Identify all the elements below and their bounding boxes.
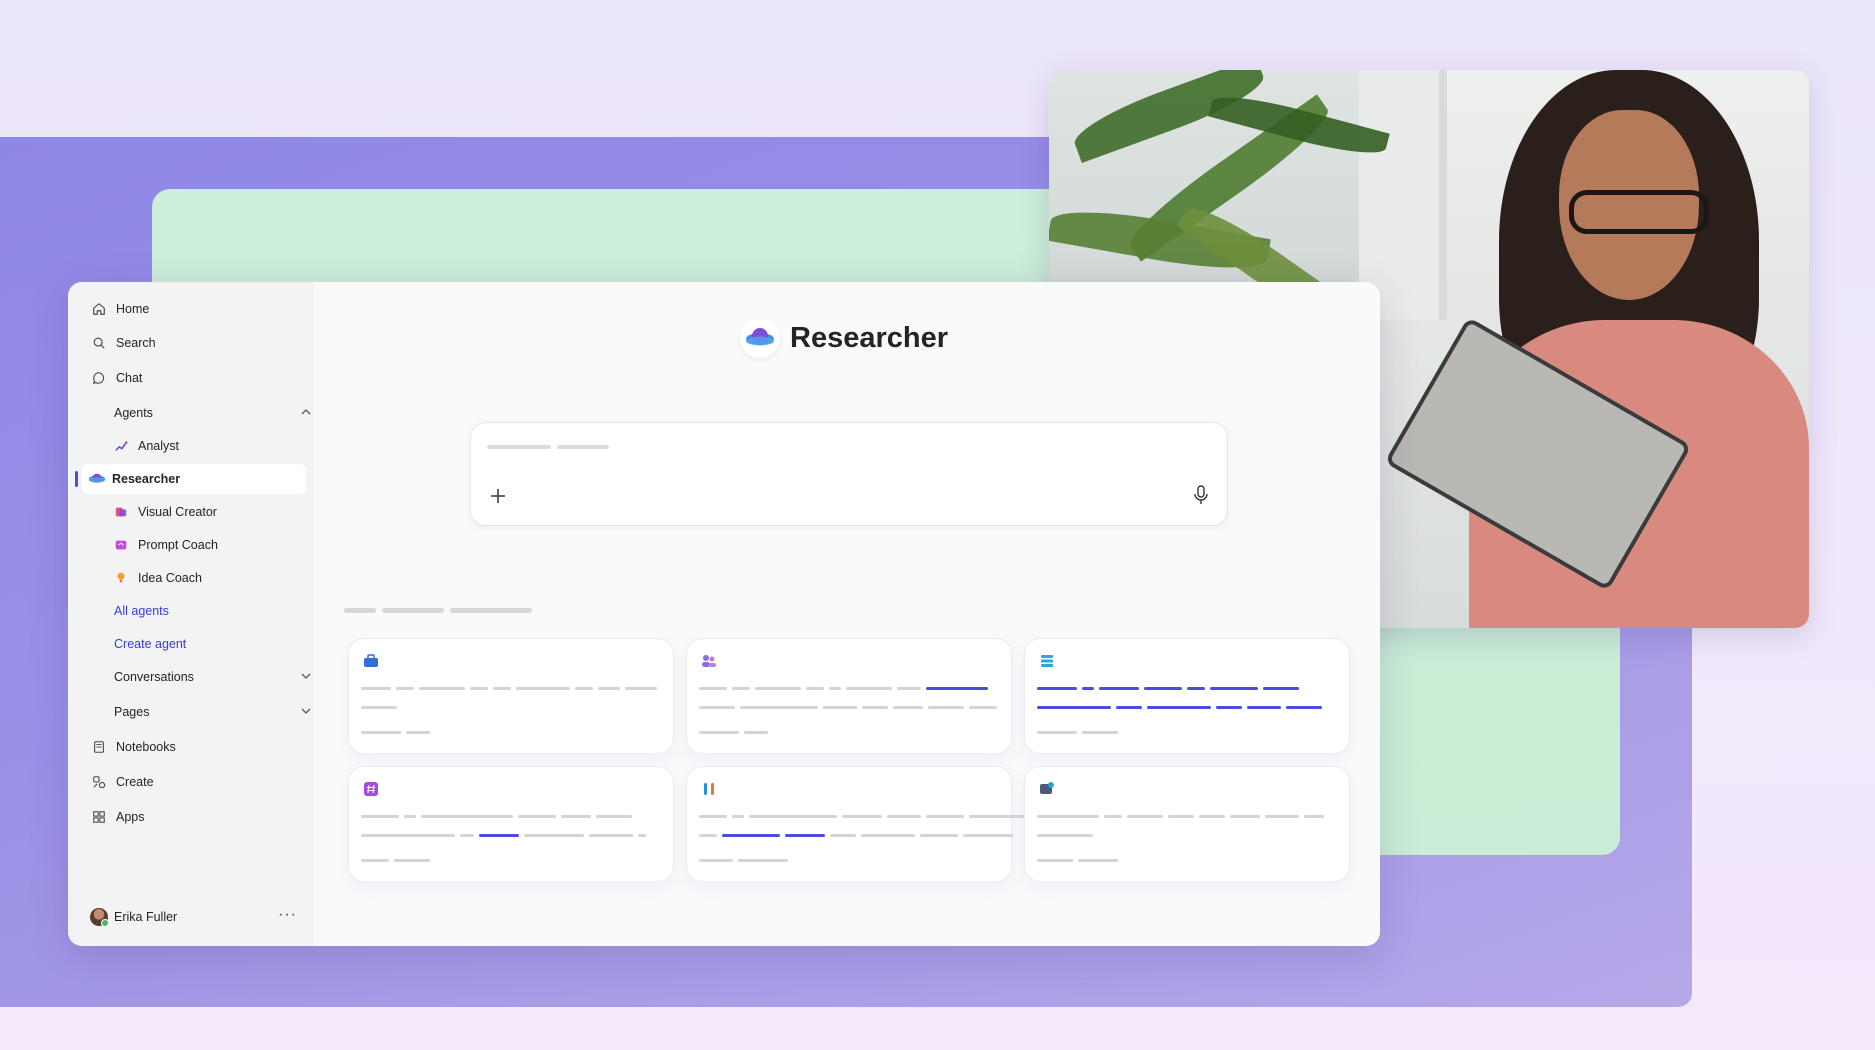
all-agents-link[interactable]: All agents [114, 596, 324, 626]
sidebar-item-label: Notebooks [116, 740, 176, 754]
list-icon [1039, 653, 1055, 669]
prompt-card[interactable] [686, 766, 1025, 882]
prompt-card[interactable] [686, 638, 1012, 754]
microphone-icon[interactable] [1193, 485, 1209, 510]
sidebar-item-label: Analyst [138, 439, 179, 453]
placeholder-line [557, 445, 609, 449]
sidebar: Home Search Chat Agents Analyst Research… [68, 282, 314, 946]
sidebar-section-pages[interactable]: Pages [114, 697, 324, 727]
researcher-logo-icon [740, 318, 780, 358]
sidebar-item-search[interactable]: Search [90, 328, 300, 358]
chevron-down-icon [300, 670, 312, 685]
visual-creator-icon [112, 503, 130, 521]
chat-icon [90, 369, 108, 387]
agents-label: Agents [114, 406, 153, 420]
conversations-label: Conversations [114, 670, 194, 684]
sidebar-item-label: Search [116, 336, 156, 350]
briefcase-icon [363, 653, 379, 669]
chevron-up-icon [300, 406, 312, 421]
sidebar-item-label: Home [116, 302, 150, 316]
sidebar-item-label: Idea Coach [138, 571, 202, 585]
analyst-icon [112, 437, 130, 455]
sidebar-agent-idea-coach[interactable]: Idea Coach [112, 563, 302, 593]
avatar [90, 908, 109, 927]
page-title: Researcher [790, 321, 948, 354]
placeholder-line [487, 445, 551, 449]
chevron-down-icon [300, 705, 312, 720]
researcher-icon [88, 470, 106, 488]
sidebar-item-home[interactable]: Home [90, 294, 300, 324]
sidebar-item-label: Apps [116, 810, 145, 824]
sidebar-agent-researcher[interactable]: Researcher [82, 464, 306, 494]
page-header: Researcher [740, 318, 948, 358]
sidebar-agent-prompt-coach[interactable]: Prompt Coach [112, 530, 302, 560]
prompt-card[interactable] [348, 638, 674, 754]
section-heading-placeholder [344, 608, 532, 613]
prompt-card[interactable] [1024, 766, 1350, 882]
sidebar-item-label: Researcher [112, 472, 181, 486]
main-content: Researcher [314, 282, 1380, 946]
selection-indicator [75, 471, 78, 487]
create-icon [90, 773, 108, 791]
sidebar-agent-visual-creator[interactable]: Visual Creator [112, 497, 302, 527]
sidebar-section-agents[interactable]: Agents [114, 398, 324, 428]
apps-icon [90, 808, 108, 826]
all-agents-label: All agents [114, 604, 169, 618]
prompt-coach-icon [112, 536, 130, 554]
home-icon [90, 300, 108, 318]
sidebar-item-notebooks[interactable]: Notebooks [90, 732, 300, 762]
create-agent-label: Create agent [114, 637, 187, 651]
copilot-window: Home Search Chat Agents Analyst Research… [68, 282, 1380, 946]
sidebar-item-label: Chat [116, 371, 143, 385]
pages-label: Pages [114, 705, 150, 719]
prompt-card[interactable] [348, 766, 674, 882]
idea-coach-icon [112, 569, 130, 587]
notebook-icon [90, 738, 108, 756]
search-icon [90, 334, 108, 352]
tools-icon [701, 781, 717, 797]
hashtag-icon [363, 781, 379, 797]
create-agent-link[interactable]: Create agent [114, 629, 324, 659]
sidebar-item-create[interactable]: Create [90, 767, 300, 797]
sidebar-item-label: Prompt Coach [138, 538, 218, 552]
presentation-icon [1039, 781, 1055, 797]
user-name: Erika Fuller [114, 910, 178, 924]
more-options-icon[interactable]: ··· [278, 906, 297, 924]
prompt-card[interactable] [1024, 638, 1350, 754]
people-icon [701, 653, 717, 669]
sidebar-item-chat[interactable]: Chat [90, 363, 300, 393]
sidebar-item-label: Create [116, 775, 154, 789]
user-profile[interactable]: Erika Fuller [90, 908, 178, 927]
sidebar-agent-analyst[interactable]: Analyst [112, 431, 302, 461]
sidebar-item-apps[interactable]: Apps [90, 802, 300, 832]
plus-icon[interactable] [489, 483, 507, 509]
sidebar-section-conversations[interactable]: Conversations [114, 662, 324, 692]
sidebar-item-label: Visual Creator [138, 505, 217, 519]
prompt-composer[interactable] [470, 422, 1228, 526]
